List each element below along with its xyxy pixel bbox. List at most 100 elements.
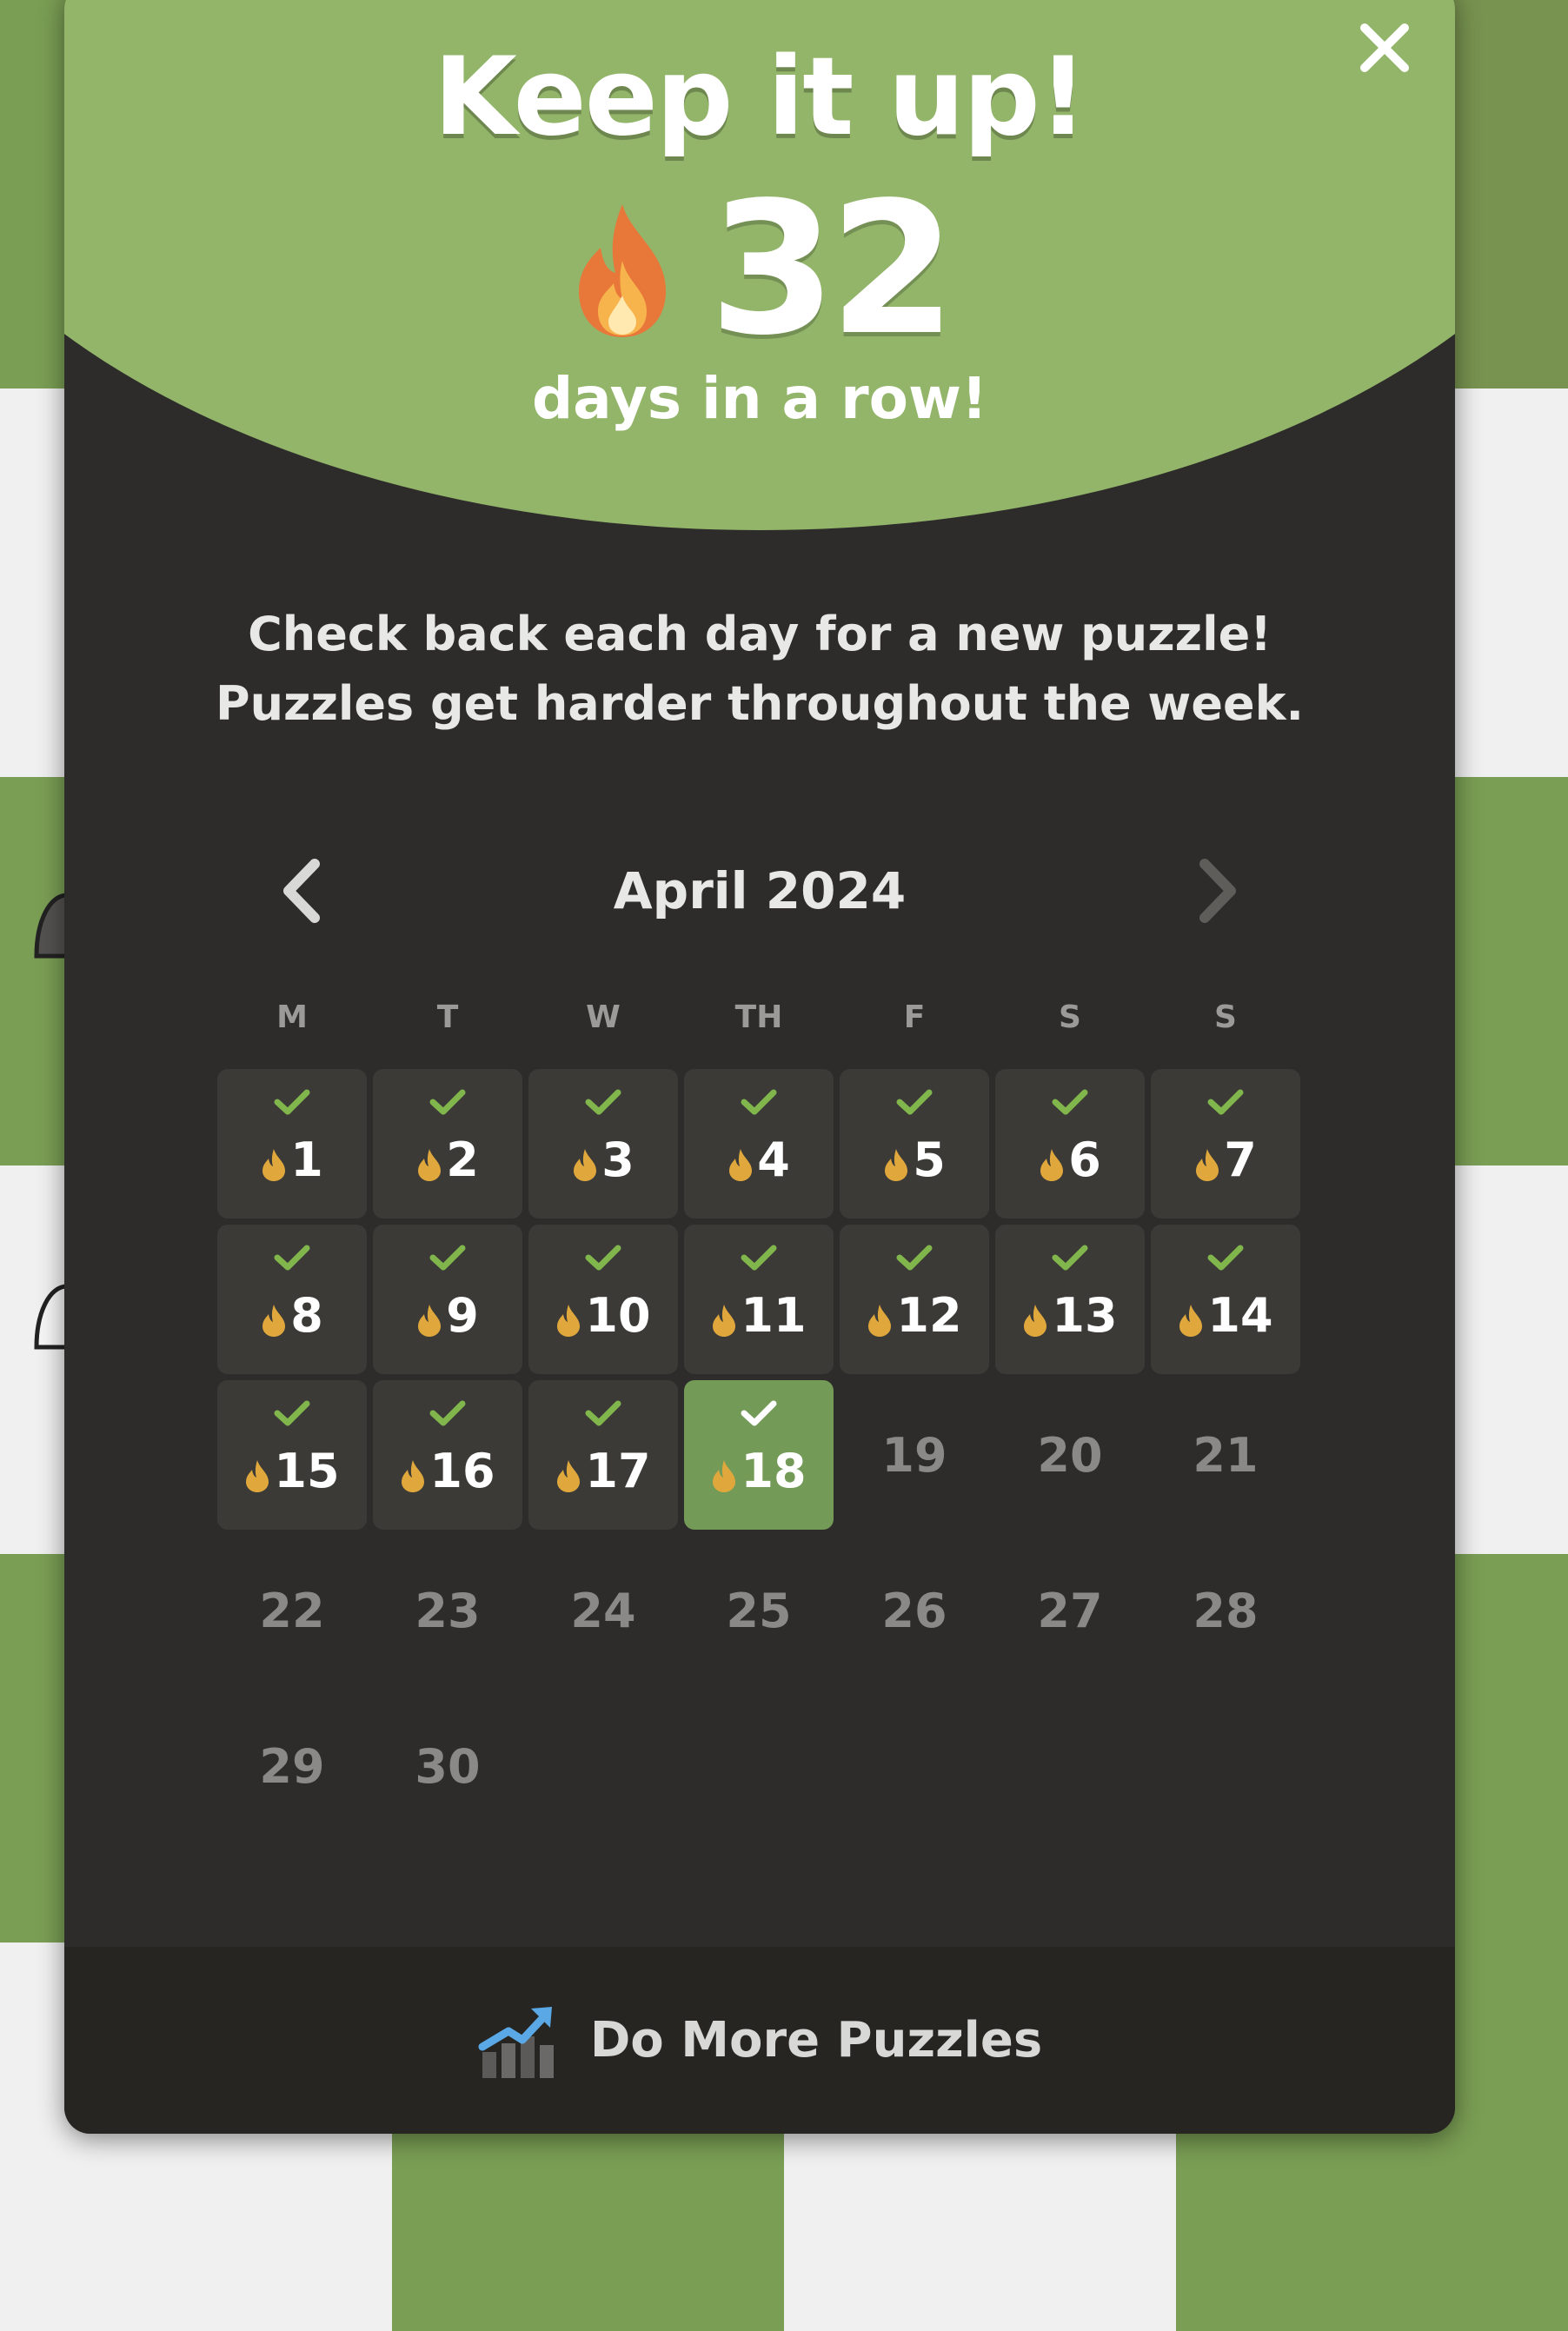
calendar-day-content: 13 — [1022, 1288, 1118, 1343]
calendar-day[interactable]: 13 — [995, 1225, 1145, 1374]
calendar-day[interactable]: 14 — [1151, 1225, 1300, 1374]
calendar-day-content: 1 — [261, 1132, 323, 1187]
calendar-day-number: 14 — [1207, 1287, 1273, 1343]
flame-icon — [713, 1304, 736, 1337]
calendar-day-content: 8 — [261, 1288, 323, 1343]
check-icon — [585, 1089, 621, 1115]
calendar-day-content: 15 — [244, 1444, 340, 1498]
flame-icon — [418, 1148, 442, 1181]
check-icon — [741, 1400, 777, 1426]
calendar-day-number: 29 — [259, 1738, 325, 1794]
calendar-day-content: 25 — [726, 1584, 791, 1638]
calendar-day: 27 — [995, 1536, 1145, 1685]
calendar-day-content: 19 — [881, 1428, 947, 1483]
calendar-day-content: 23 — [415, 1584, 480, 1638]
check-icon — [741, 1245, 777, 1271]
calendar-day[interactable]: 17 — [528, 1380, 678, 1530]
weekday-header: M T W TH F S S — [217, 999, 1302, 1035]
calendar-day: 25 — [684, 1536, 834, 1685]
calendar-day-content: 24 — [570, 1584, 635, 1638]
check-icon — [896, 1245, 933, 1271]
trending-chart-icon — [478, 2006, 554, 2078]
calendar-day-number: 22 — [259, 1583, 325, 1638]
weekday-label: F — [903, 999, 926, 1035]
flame-icon — [1024, 1304, 1047, 1337]
info-message-line-1: Check back each day for a new puzzle! — [248, 607, 1272, 661]
calendar-day[interactable]: 1 — [217, 1069, 367, 1219]
calendar-grid: 1 2 3 4 5 6 7 8 9 10 11 12 13 14 15 16 17 18 19 20 21 22 23 24 2… — [217, 1069, 1302, 1841]
weekday-label: T — [436, 999, 459, 1035]
flame-icon — [868, 1304, 892, 1337]
flame-icon — [402, 1459, 425, 1492]
info-message-line-2: Puzzles get harder throughout the week. — [216, 676, 1304, 731]
calendar-day: 29 — [217, 1691, 367, 1841]
calendar-day-number: 23 — [415, 1583, 481, 1638]
calendar-day-number: 10 — [585, 1287, 651, 1343]
calendar-day[interactable]: 7 — [1151, 1069, 1300, 1219]
calendar-day-content: 11 — [711, 1287, 807, 1343]
check-icon — [896, 1089, 933, 1115]
calendar-day-number: 25 — [726, 1583, 792, 1638]
check-icon — [429, 1400, 466, 1426]
calendar-day-content: 2 — [416, 1132, 479, 1187]
flame-icon — [729, 1148, 753, 1181]
calendar-day-content: 18 — [711, 1444, 807, 1498]
calendar-day[interactable]: 12 — [840, 1225, 989, 1374]
streak-counter: 32 — [64, 178, 1455, 361]
calendar-day[interactable]: 5 — [840, 1069, 989, 1219]
calendar-day: 19 — [840, 1380, 989, 1530]
flame-icon — [418, 1304, 442, 1337]
calendar-day-number: 11 — [741, 1287, 807, 1343]
check-icon — [274, 1089, 310, 1115]
calendar-day: 30 — [373, 1691, 522, 1841]
calendar-day[interactable]: 8 — [217, 1225, 367, 1374]
calendar-day-content: 27 — [1037, 1584, 1102, 1638]
calendar-header: April 2024 — [264, 843, 1255, 939]
calendar-day: 22 — [217, 1536, 367, 1685]
check-icon — [429, 1245, 466, 1271]
weekday-label: TH — [734, 999, 783, 1035]
calendar-day-number: 9 — [446, 1287, 479, 1343]
calendar-day[interactable]: 18 — [684, 1380, 834, 1530]
calendar-day[interactable]: 15 — [217, 1380, 367, 1530]
calendar-day-number: 24 — [570, 1583, 636, 1638]
flame-icon — [557, 1459, 581, 1492]
calendar-day-content: 26 — [881, 1584, 947, 1638]
calendar-day-number: 6 — [1068, 1132, 1101, 1187]
flame-icon — [557, 1304, 581, 1337]
calendar-day[interactable]: 6 — [995, 1069, 1145, 1219]
calendar-day-number: 16 — [429, 1443, 495, 1498]
do-more-puzzles-button[interactable]: Do More Puzzles — [64, 1947, 1455, 2134]
calendar-day[interactable]: 2 — [373, 1069, 522, 1219]
calendar-day-content: 3 — [572, 1132, 635, 1187]
do-more-puzzles-label: Do More Puzzles — [589, 2012, 1043, 2069]
flame-icon — [262, 1148, 286, 1181]
streak-count: 32 — [708, 163, 956, 375]
calendar-day-content: 9 — [416, 1288, 479, 1343]
flame-icon — [246, 1459, 269, 1492]
calendar-day-number: 21 — [1193, 1427, 1259, 1483]
check-icon — [1052, 1089, 1088, 1115]
calendar-day-content: 22 — [259, 1584, 324, 1638]
calendar-day-content: 17 — [555, 1444, 651, 1498]
calendar-day-number: 12 — [896, 1287, 962, 1343]
flame-icon — [574, 1148, 597, 1181]
chevron-left-icon[interactable] — [264, 852, 342, 930]
calendar-day[interactable]: 11 — [684, 1225, 834, 1374]
calendar-day-content: 6 — [1039, 1132, 1101, 1187]
calendar-day: 21 — [1151, 1380, 1300, 1530]
calendar-day-content: 7 — [1194, 1132, 1257, 1187]
calendar-day[interactable]: 16 — [373, 1380, 522, 1530]
calendar-day[interactable]: 9 — [373, 1225, 522, 1374]
calendar-day[interactable]: 3 — [528, 1069, 678, 1219]
calendar-day-content: 12 — [867, 1287, 962, 1343]
calendar-month: April 2024 — [613, 861, 907, 920]
calendar-day-number: 26 — [881, 1583, 947, 1638]
modal-title: Keep it up! — [433, 35, 1088, 160]
check-icon — [274, 1400, 310, 1426]
calendar-day-number: 27 — [1037, 1583, 1103, 1638]
calendar-day[interactable]: 10 — [528, 1225, 678, 1374]
weekday-label: M — [276, 999, 308, 1035]
check-icon — [585, 1245, 621, 1271]
calendar-day[interactable]: 4 — [684, 1069, 834, 1219]
